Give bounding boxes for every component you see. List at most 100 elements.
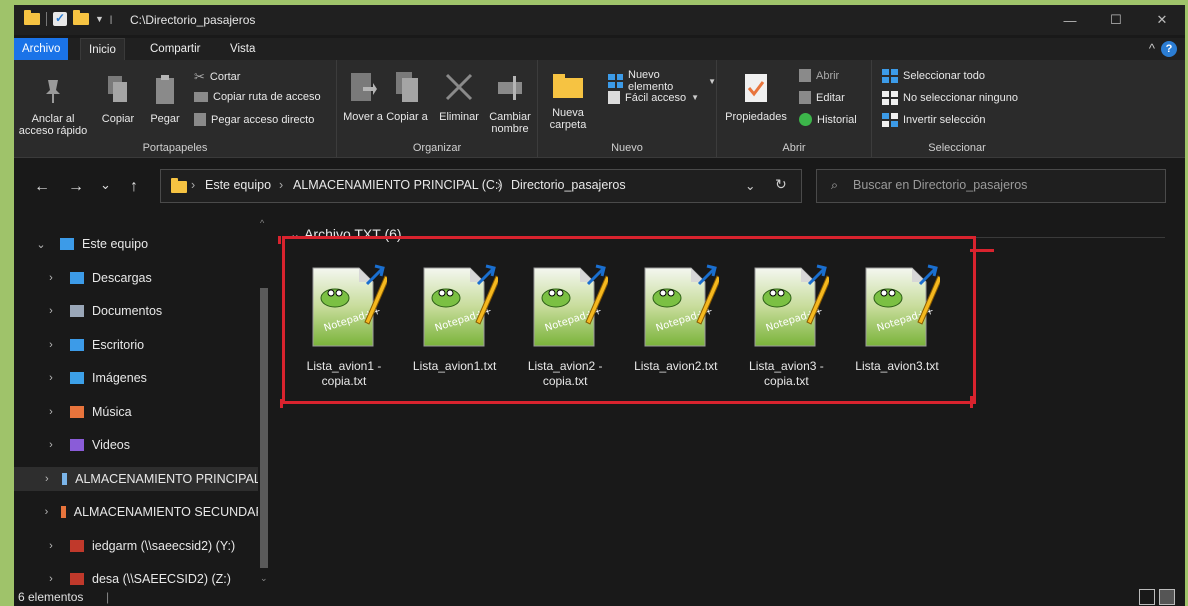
up-arrow-icon[interactable]: ↑ <box>130 178 138 196</box>
scissors-icon: ✂ <box>194 69 205 84</box>
sidebar-item[interactable]: › Descargas <box>14 266 268 290</box>
expand-chevron-icon[interactable]: › <box>44 506 49 518</box>
drive-folder-icon <box>70 338 84 351</box>
help-icon[interactable]: ? <box>1161 41 1177 57</box>
copy-path-button[interactable]: Copiar ruta de acceso <box>194 91 321 103</box>
sidebar-item[interactable]: ⌄ Este equipo <box>14 232 268 256</box>
easy-access-button[interactable]: Fácil acceso ▼ <box>608 91 699 104</box>
open-button[interactable]: Abrir <box>799 69 839 82</box>
sidebar-item[interactable]: › ALMACENAMIENTO PRINCIPAL ( <box>14 466 268 491</box>
expand-chevron-icon[interactable]: › <box>44 439 58 451</box>
expand-chevron-icon[interactable]: › <box>44 573 58 585</box>
expand-chevron-icon[interactable]: › <box>44 305 58 317</box>
new-folder-button[interactable]: Nueva carpeta <box>542 70 594 131</box>
new-folder-icon[interactable] <box>73 10 89 25</box>
collapse-ribbon-icon[interactable]: ^ <box>1149 41 1155 56</box>
drive-folder-icon <box>60 238 74 250</box>
expand-chevron-icon[interactable]: › <box>44 339 58 351</box>
crumb-separator: › <box>191 178 196 192</box>
group-portapapeles: Anclar al acceso rápido Copiar Pegar ✂ C… <box>14 60 337 157</box>
details-view-icon[interactable] <box>1139 589 1155 605</box>
new-item-dropdown-icon: ▼ <box>708 76 716 86</box>
history-button[interactable]: Historial <box>799 113 857 126</box>
easy-access-icon <box>608 91 620 104</box>
properties-icon <box>745 74 767 102</box>
maximize-button[interactable]: ☐ <box>1093 5 1139 35</box>
tab-compartir[interactable]: Compartir <box>142 38 208 60</box>
expand-chevron-icon[interactable]: › <box>44 272 58 284</box>
crumb-almacenamiento[interactable]: ALMACENAMIENTO PRINCIPAL (C:) <box>293 178 503 192</box>
delete-icon <box>445 73 473 101</box>
crumb-directorio[interactable]: Directorio_pasajeros <box>511 178 626 192</box>
edit-button[interactable]: Editar <box>799 91 845 104</box>
sidebar-scrollbar[interactable]: ^ ⌄ <box>258 216 270 588</box>
tab-archivo[interactable]: Archivo <box>14 38 69 60</box>
move-label: Mover a <box>343 111 383 123</box>
delete-button[interactable]: Eliminar <box>433 70 485 123</box>
select-all-button[interactable]: Seleccionar todo <box>882 69 985 83</box>
new-item-button[interactable]: Nuevo elemento ▼ <box>608 69 716 93</box>
sidebar-item[interactable]: › Documentos <box>14 299 268 323</box>
sidebar-item[interactable]: › Videos <box>14 433 268 457</box>
large-icons-view-icon[interactable] <box>1159 589 1175 605</box>
highlight-corner <box>280 399 283 408</box>
rename-button[interactable]: Cambiar nombre <box>485 70 535 135</box>
cut-button[interactable]: ✂ Cortar <box>194 69 240 85</box>
paste-button[interactable]: Pegar <box>142 74 188 125</box>
copy-button[interactable]: Copiar <box>94 74 142 125</box>
select-none-button[interactable]: No seleccionar ninguno <box>882 91 1018 105</box>
pin-quick-access-button[interactable]: Anclar al acceso rápido <box>18 76 88 137</box>
invert-selection-button[interactable]: Invertir selección <box>882 113 986 127</box>
easy-access-dropdown-icon: ▼ <box>691 93 700 102</box>
history-label: Historial <box>817 113 857 126</box>
expand-chevron-icon[interactable]: › <box>44 372 58 384</box>
crumb-este-equipo[interactable]: Este equipo <box>205 178 271 192</box>
group-abrir: Propiedades Abrir Editar Historial Abrir <box>717 60 872 157</box>
close-button[interactable]: ✕ <box>1139 5 1185 35</box>
expand-chevron-icon[interactable]: › <box>44 406 58 418</box>
scroll-thumb[interactable] <box>260 288 268 568</box>
new-item-icon <box>608 74 623 88</box>
scroll-down-icon[interactable]: ⌄ <box>260 573 268 584</box>
invert-selection-label: Invertir selección <box>903 114 986 126</box>
pin-label: Anclar al acceso rápido <box>18 113 88 137</box>
paste-shortcut-icon <box>194 113 206 126</box>
scroll-up-icon[interactable]: ^ <box>260 218 264 228</box>
sidebar-item[interactable]: › Escritorio <box>14 333 268 357</box>
properties-check-icon[interactable] <box>53 11 67 26</box>
navigation-pane: ⌄ Este equipo › Descargas › Documentos › Escrit… <box>14 216 270 588</box>
recent-locations-icon[interactable]: ⌄ <box>100 177 111 193</box>
sidebar-item[interactable]: › Imágenes <box>14 366 268 390</box>
copy-to-button[interactable]: Copiar a <box>385 70 429 123</box>
address-dropdown-icon[interactable]: ⌄ <box>745 178 755 193</box>
tab-inicio[interactable]: Inicio <box>80 38 125 61</box>
search-input[interactable]: ⌕ Buscar en Directorio_pasajeros <box>816 169 1166 203</box>
expand-chevron-icon[interactable]: › <box>44 540 58 552</box>
refresh-icon[interactable]: ↻ <box>775 176 787 193</box>
minimize-button[interactable]: — <box>1047 5 1093 35</box>
tab-vista[interactable]: Vista <box>222 38 263 60</box>
qa-dropdown-icon[interactable]: ▼ <box>95 14 104 24</box>
sidebar-item[interactable]: › iedgarm (\\saeecsid2) (Y:) <box>14 534 268 558</box>
navigation-bar: ← → ⌄ ↑ › Este equipo › ALMACENAMIENTO P… <box>14 158 1185 216</box>
sidebar-item-label: iedgarm (\\saeecsid2) (Y:) <box>92 538 236 553</box>
expand-chevron-icon[interactable]: ⌄ <box>34 238 48 251</box>
sidebar-item-label: Este equipo <box>82 237 149 251</box>
drive-folder-icon <box>70 439 84 451</box>
sidebar-item[interactable]: › Música <box>14 400 268 424</box>
title-separator: | <box>109 14 113 24</box>
expand-chevron-icon[interactable]: › <box>44 473 50 485</box>
sidebar-item-label: Imágenes <box>92 371 147 385</box>
window-title: C:\Directorio_pasajeros <box>130 13 256 27</box>
group-nuevo: Nueva carpeta Nuevo elemento ▼ Fácil acc… <box>538 60 717 157</box>
paste-shortcut-button[interactable]: Pegar acceso directo <box>194 113 314 126</box>
address-bar[interactable]: › Este equipo › ALMACENAMIENTO PRINCIPAL… <box>160 169 802 203</box>
back-arrow-icon[interactable]: ← <box>34 178 50 196</box>
forward-arrow-icon[interactable]: → <box>68 178 84 196</box>
sidebar-item[interactable]: › ALMACENAMIENTO SECUNDARI <box>14 500 268 524</box>
move-to-button[interactable]: Mover a <box>341 70 385 123</box>
crumb-separator: › <box>279 178 284 192</box>
properties-button[interactable]: Propiedades <box>721 70 791 123</box>
sidebar-item-label: ALMACENAMIENTO PRINCIPAL ( <box>75 471 268 486</box>
drive-folder-icon <box>70 573 84 585</box>
